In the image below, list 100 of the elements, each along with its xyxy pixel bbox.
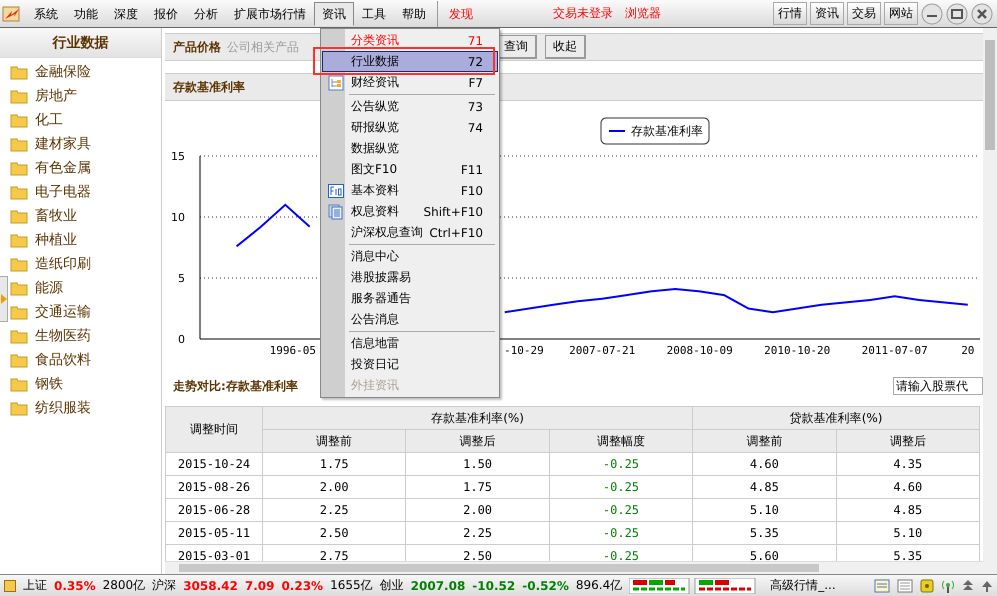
folder-icon [10, 232, 28, 248]
column-header: 调整后 [406, 430, 550, 452]
menu-entry[interactable]: 公告消息 [322, 309, 498, 330]
table-cell: 2015-08-26 [166, 476, 262, 498]
folder-icon [10, 304, 28, 320]
status-text: -0.52% [522, 578, 569, 592]
menu-entry[interactable]: 权息资料 Shift+F10 [322, 201, 498, 222]
arrow-up-icon[interactable] [962, 578, 974, 592]
column-header: 调整幅度 [549, 430, 693, 452]
menu-entry[interactable]: 港股披露易 [322, 267, 498, 288]
quick-button[interactable]: 行情 [773, 2, 807, 25]
legend-label: 存款基准利率 [631, 124, 703, 138]
horizontal-scrollbar[interactable] [165, 561, 983, 574]
menu-item[interactable]: 资讯 [314, 2, 354, 26]
document-icon[interactable] [897, 578, 913, 592]
folder-icon [10, 136, 28, 152]
column-group-header: 贷款基准利率(%) [692, 406, 980, 430]
sidebar-item[interactable]: 建材家具 [10, 132, 161, 156]
advanced-quotes-label[interactable]: 高级行情_... [766, 577, 836, 594]
menu-item[interactable]: 分析 [186, 2, 226, 26]
menu-entry[interactable]: 财经资讯 F7 [322, 72, 498, 93]
menu-entry[interactable]: 基本资料 F10 [322, 180, 498, 201]
sidebar-item[interactable]: 生物医药 [10, 324, 161, 348]
sidebar-item[interactable]: 纺织服装 [10, 396, 161, 420]
pages-icon [328, 204, 344, 220]
menu-item[interactable]: 报价 [146, 2, 186, 26]
table-cell: -0.25 [549, 452, 693, 476]
menu-item[interactable]: 工具 [354, 2, 394, 26]
x-tick-label: 1996-05 [270, 344, 316, 357]
menu-entry[interactable]: 图文F10 F11 [322, 159, 498, 180]
menu-entry[interactable]: 服务器通告 [322, 288, 498, 309]
x-tick-label: 2011-07-07 [862, 344, 928, 357]
menu-item[interactable]: 扩展市场行情 [226, 2, 314, 26]
lock-icon[interactable] [920, 578, 934, 592]
filter-button[interactable]: 收起 [545, 35, 586, 59]
sidebar-item[interactable]: 电子电器 [10, 180, 161, 204]
x-tick-label: -10-29 [504, 344, 544, 357]
sidebar-item[interactable]: 交通运输 [10, 300, 161, 324]
menu-entry[interactable]: 信息地雷 [322, 333, 498, 354]
stock-code-input[interactable]: 请输入股票代 [893, 377, 983, 395]
folder-icon [10, 208, 28, 224]
status-text: 1655亿 [330, 577, 373, 594]
status-text: 2007.08 [410, 578, 466, 592]
message-icon[interactable] [874, 578, 890, 592]
folder-icon [10, 160, 28, 176]
x-tick-label: 2008-10-09 [666, 344, 733, 357]
menu-entry[interactable]: 数据纵览 [322, 138, 498, 159]
sidebar-item[interactable]: 食品饮料 [10, 348, 161, 372]
sidebar-item[interactable]: 金融保险 [10, 60, 161, 84]
x-tick-label: 2010-10-20 [764, 344, 830, 357]
table-cell: 4.60 [836, 476, 980, 498]
table-cell: 1.50 [406, 452, 550, 476]
status-text: -10.52 [472, 578, 516, 592]
table-cell: 2015-06-28 [166, 498, 262, 522]
sidebar-item[interactable]: 能源 [10, 276, 161, 300]
f10-icon [328, 182, 344, 198]
folder-icon [10, 352, 28, 368]
folder-icon [10, 88, 28, 104]
table-cell: 2.25 [406, 522, 550, 544]
status-text: 上证 [23, 577, 47, 594]
sidebar-item[interactable]: 有色金属 [10, 156, 161, 180]
menu-item[interactable]: 功能 [66, 2, 106, 26]
sidebar-item[interactable]: 房地产 [10, 84, 161, 108]
menu-entry[interactable]: 消息中心 [322, 246, 498, 267]
menu-entry[interactable]: 研报纵览 74 [322, 117, 498, 138]
sidebar-item[interactable]: 畜牧业 [10, 204, 161, 228]
menu-item[interactable]: 系统 [26, 2, 66, 26]
menu-entry[interactable]: 行业数据 72 [322, 51, 498, 72]
folder-icon [10, 112, 28, 128]
sidebar-title: 行业数据 [0, 28, 161, 58]
quick-button[interactable]: 交易 [847, 2, 881, 25]
collapse-handle[interactable] [0, 276, 8, 322]
table-cell: -0.25 [549, 476, 693, 498]
y-tick-label: 10 [171, 211, 185, 224]
status-text: 3058.42 [183, 578, 238, 592]
market-icon[interactable] [4, 580, 16, 592]
table-cell: 1.75 [262, 452, 406, 476]
menu-entry[interactable]: 沪深权息查询 Ctrl+F10 [322, 222, 498, 243]
table-cell: 2015-10-24 [166, 452, 262, 476]
table-cell: 4.85 [692, 476, 836, 498]
menu-item[interactable]: 帮助 [394, 2, 434, 26]
menu-item[interactable]: 深度 [106, 2, 146, 26]
sidebar-item[interactable]: 造纸印刷 [10, 252, 161, 276]
column-header: 调整后 [836, 430, 980, 452]
sidebar-item[interactable]: 种植业 [10, 228, 161, 252]
maximize-icon[interactable] [946, 2, 968, 24]
folder-icon [10, 328, 28, 344]
folder-icon [10, 400, 28, 416]
folder-icon [10, 256, 28, 272]
sidebar-item[interactable]: 钢铁 [10, 372, 161, 396]
quick-button[interactable]: 网站 [884, 2, 918, 25]
sidebar-item[interactable]: 化工 [10, 108, 161, 132]
quick-button[interactable]: 资讯 [810, 2, 844, 25]
arrow-up-icon[interactable] [981, 578, 993, 592]
vertical-scrollbar[interactable] [983, 28, 997, 574]
minimize-icon[interactable] [921, 2, 943, 24]
menu-entry[interactable]: 投资日记 [322, 354, 498, 375]
compare-title: 走势对比:存款基准利率 [173, 378, 298, 394]
table-cell: 2.50 [262, 522, 406, 544]
close-icon[interactable] [971, 2, 993, 24]
